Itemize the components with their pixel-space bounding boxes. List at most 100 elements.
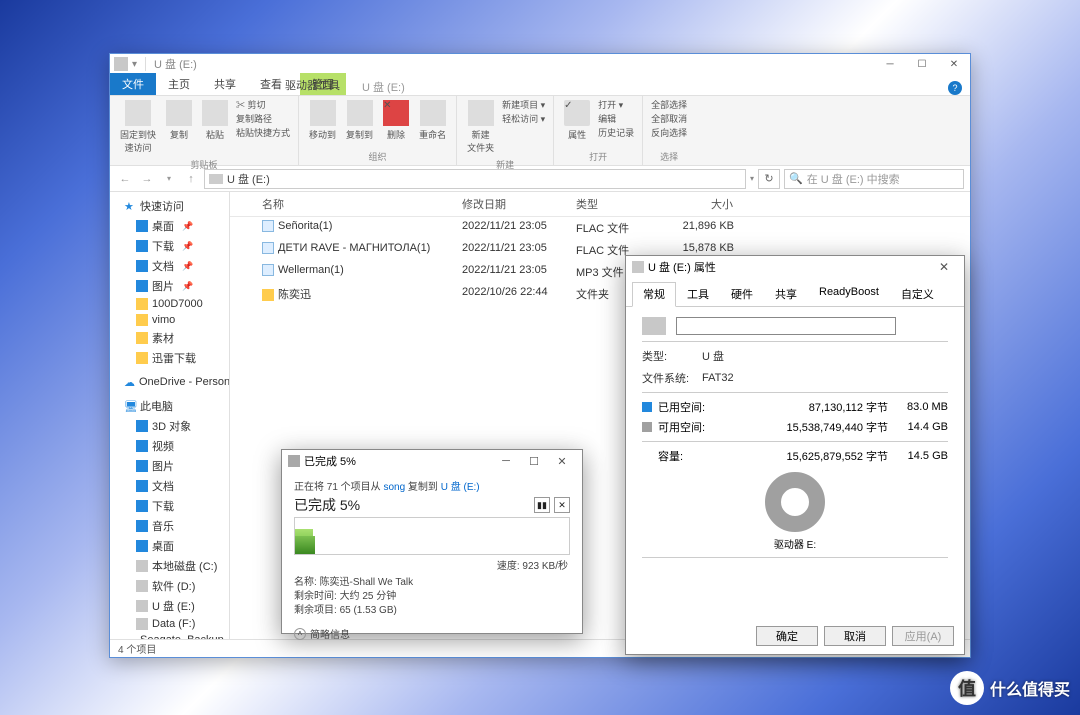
qat-dropdown[interactable]: ▾: [132, 59, 137, 70]
prop-close-button[interactable]: ✕: [930, 260, 958, 274]
nav-quick-item[interactable]: 100D7000: [110, 296, 229, 312]
titlebar: ▾ U 盘 (E:) ─ ☐ ✕: [110, 54, 970, 74]
col-name[interactable]: 名称: [254, 192, 454, 216]
address-input[interactable]: U 盘 (E:): [204, 169, 746, 189]
group-organize: 组织: [307, 150, 448, 163]
address-bar: ← → ▾ ↑ U 盘 (E:) ▾ ↻ 🔍在 U 盘 (E:) 中搜索: [110, 166, 970, 192]
maximize-button[interactable]: ☐: [906, 54, 938, 74]
nav-quick-item[interactable]: 素材: [110, 328, 229, 348]
open-button[interactable]: 打开 ▾: [598, 98, 634, 111]
prop-title: U 盘 (E:) 属性: [648, 259, 716, 275]
properties-button[interactable]: ✓属性: [562, 98, 592, 143]
forward-button[interactable]: →: [138, 170, 156, 188]
copy-close-button[interactable]: ✕: [548, 455, 576, 468]
col-date[interactable]: 修改日期: [454, 192, 568, 216]
nav-pc-item[interactable]: 视频: [110, 436, 229, 456]
prop-cap-human: 14.5 GB: [898, 450, 948, 462]
prop-tab-tools[interactable]: 工具: [676, 282, 720, 306]
tab-home[interactable]: 主页: [156, 73, 202, 95]
tab-share[interactable]: 共享: [202, 73, 248, 95]
nav-quick-item[interactable]: 下载📌: [110, 236, 229, 256]
chevron-up-icon: ˄: [294, 628, 306, 640]
prop-icon: [632, 261, 644, 273]
rename-button[interactable]: 重命名: [417, 98, 448, 143]
copy-dialog: 已完成 5% ─ ☐ ✕ 正在将 71 个项目从 song 复制到 U 盘 (E…: [281, 449, 583, 634]
selectall-button[interactable]: 全部选择: [651, 98, 687, 111]
copy-min-button[interactable]: ─: [492, 455, 520, 467]
copy-src-link[interactable]: song: [383, 482, 405, 493]
title-in-ribbon: U 盘 (E:): [362, 79, 405, 95]
nav-quick-item[interactable]: 迅雷下载: [110, 348, 229, 368]
help-icon[interactable]: ?: [948, 81, 962, 95]
nav-pc-item[interactable]: 桌面: [110, 536, 229, 556]
copy-pause-button[interactable]: ▮▮: [534, 497, 550, 513]
nav-onedrive[interactable]: ☁OneDrive - Persona: [110, 374, 229, 390]
nav-pc-item[interactable]: 下载: [110, 496, 229, 516]
prop-cancel-button[interactable]: 取消: [824, 626, 886, 646]
nav-quick-item[interactable]: 图片📌: [110, 276, 229, 296]
minimize-button[interactable]: ─: [874, 54, 906, 74]
nav-pc-item[interactable]: Data (F:): [110, 616, 229, 632]
prop-cap-label: 容量:: [658, 448, 714, 464]
free-color-icon: [642, 422, 652, 432]
recent-dropdown[interactable]: ▾: [160, 170, 178, 188]
close-button[interactable]: ✕: [938, 54, 970, 74]
copypath-button[interactable]: 复制路径: [236, 112, 290, 125]
nav-pc-item[interactable]: 图片: [110, 456, 229, 476]
copy-dst-link[interactable]: U 盘 (E:): [441, 482, 480, 493]
delete-button[interactable]: ✕删除: [381, 98, 411, 143]
newfolder-button[interactable]: 新建 文件夹: [465, 98, 496, 156]
prop-tab-readyboost[interactable]: ReadyBoost: [808, 282, 890, 306]
col-size[interactable]: 大小: [652, 192, 742, 216]
up-button[interactable]: ↑: [182, 170, 200, 188]
nav-pc-item[interactable]: 3D 对象: [110, 416, 229, 436]
nav-quick-item[interactable]: 文档📌: [110, 256, 229, 276]
easyaccess-button[interactable]: 轻松访问 ▾: [502, 112, 545, 125]
paste-shortcut-button[interactable]: 粘贴快捷方式: [236, 126, 290, 139]
search-input[interactable]: 🔍在 U 盘 (E:) 中搜索: [784, 169, 964, 189]
copy-button[interactable]: 复制: [164, 98, 194, 143]
nav-quick-item[interactable]: vimo: [110, 312, 229, 328]
prop-tab-general[interactable]: 常规: [632, 282, 676, 307]
prop-tab-hardware[interactable]: 硬件: [720, 282, 764, 306]
copy-less-details[interactable]: ˄简略信息: [294, 626, 570, 641]
tab-drive-tools[interactable]: 驱动器工具: [277, 74, 348, 96]
nav-pc-item[interactable]: 文档: [110, 476, 229, 496]
selectnone-button[interactable]: 全部取消: [651, 112, 687, 125]
prop-tab-custom[interactable]: 自定义: [890, 282, 945, 306]
prop-ok-button[interactable]: 确定: [756, 626, 818, 646]
copy-max-button[interactable]: ☐: [520, 455, 548, 468]
moveto-button[interactable]: 移动到: [307, 98, 338, 143]
copy-cancel-button[interactable]: ✕: [554, 497, 570, 513]
pin-button[interactable]: 固定到快 速访问: [118, 98, 158, 156]
tab-file[interactable]: 文件: [110, 73, 156, 95]
nav-quick-item[interactable]: 桌面📌: [110, 216, 229, 236]
nav-quick-access[interactable]: ★快速访问: [110, 196, 229, 216]
back-button[interactable]: ←: [116, 170, 134, 188]
copy-dialog-icon: [288, 455, 300, 467]
nav-pc-item[interactable]: 音乐: [110, 516, 229, 536]
prop-tab-sharing[interactable]: 共享: [764, 282, 808, 306]
nav-pc-item[interactable]: Seagate_Backup_P: [110, 632, 229, 639]
address-dropdown[interactable]: ▾: [750, 174, 754, 183]
prop-drive-label: 驱动器 E:: [642, 536, 948, 551]
prop-label-input[interactable]: [676, 317, 896, 335]
col-type[interactable]: 类型: [568, 192, 652, 216]
copyto-button[interactable]: 复制到: [344, 98, 375, 143]
paste-button[interactable]: 粘贴: [200, 98, 230, 143]
invertsel-button[interactable]: 反向选择: [651, 126, 687, 139]
edit-button[interactable]: 编辑: [598, 112, 634, 125]
nav-pc-item[interactable]: 软件 (D:): [110, 576, 229, 596]
cut-button[interactable]: ✂ 剪切: [236, 98, 290, 111]
prop-donut-chart: [765, 472, 825, 532]
nav-pc-item[interactable]: 本地磁盘 (C:): [110, 556, 229, 576]
nav-pc-item[interactable]: U 盘 (E:): [110, 596, 229, 616]
copy-detail-time: 剩余时间: 大约 25 分钟: [294, 590, 570, 604]
newitem-button[interactable]: 新建项目 ▾: [502, 98, 545, 111]
nav-thispc[interactable]: 🖥此电脑: [110, 396, 229, 416]
history-button[interactable]: 历史记录: [598, 126, 634, 139]
prop-apply-button[interactable]: 应用(A): [892, 626, 954, 646]
file-row[interactable]: Señorita(1)2022/11/21 23:05FLAC 文件21,896…: [230, 217, 970, 239]
nav-pane[interactable]: ★快速访问 桌面📌下载📌文档📌图片📌100D7000vimo素材迅雷下载 ☁On…: [110, 192, 230, 639]
refresh-button[interactable]: ↻: [758, 169, 780, 189]
